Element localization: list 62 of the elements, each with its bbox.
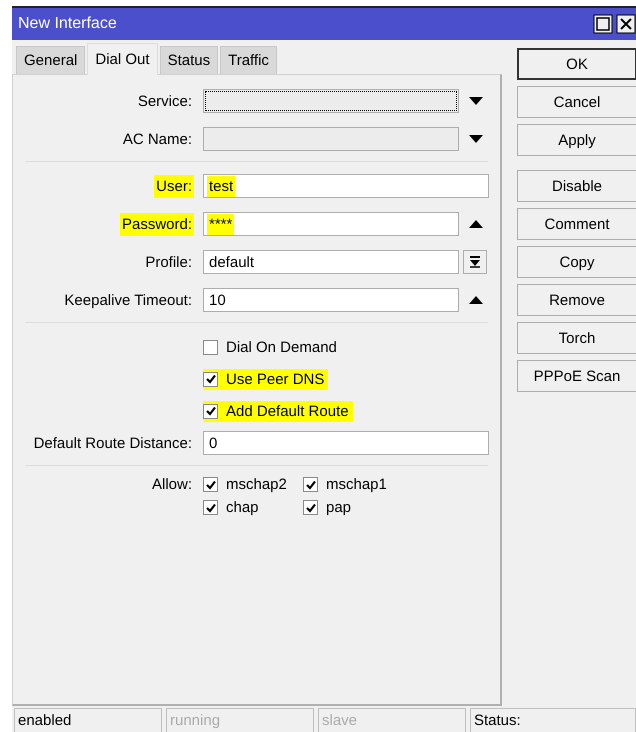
close-icon[interactable]: [616, 14, 636, 34]
action-button[interactable]: Remove: [517, 284, 636, 316]
action-button[interactable]: Disable: [517, 170, 636, 202]
tab[interactable]: Traffic: [220, 46, 277, 74]
collapse-arrow-icon[interactable]: [469, 220, 483, 228]
checkbox-label: mschap2: [226, 476, 287, 493]
checkbox-label: Dial On Demand: [226, 338, 337, 356]
tab[interactable]: Status: [160, 46, 218, 74]
checkbox[interactable]: [203, 500, 218, 515]
status-cell: Status:: [470, 708, 636, 732]
dropdown-arrow-icon: [469, 256, 481, 268]
action-button[interactable]: Copy: [517, 246, 636, 278]
dropdown-arrow-icon[interactable]: [469, 97, 483, 105]
action-button[interactable]: OK: [517, 48, 636, 80]
checkbox[interactable]: [303, 500, 318, 515]
field-label: Profile:: [144, 252, 193, 272]
input-field[interactable]: test: [203, 174, 489, 198]
action-button[interactable]: Apply: [517, 124, 636, 156]
checkbox-label: chap: [226, 499, 259, 516]
checkbox[interactable]: [303, 477, 318, 492]
field-label: User:: [154, 174, 194, 198]
action-button[interactable]: Torch: [517, 322, 636, 354]
field-label: Default Route Distance:: [32, 434, 193, 454]
input-field[interactable]: default: [203, 250, 459, 274]
status-cell: running: [166, 708, 314, 732]
tab[interactable]: General: [16, 46, 86, 74]
checkbox-label: Add Default Route: [226, 402, 349, 420]
checkbox-option[interactable]: mschap2: [203, 474, 303, 495]
checkbox-option[interactable]: chap: [203, 497, 303, 518]
tab[interactable]: Dial Out: [87, 43, 158, 75]
field-label: Password:: [120, 212, 194, 236]
dropdown-button[interactable]: [463, 250, 487, 274]
checkbox-option[interactable]: Use Peer DNS: [203, 368, 328, 390]
dropdown-arrow-icon[interactable]: [469, 135, 483, 143]
checkbox-label: mschap1: [326, 476, 387, 493]
checkbox[interactable]: [203, 372, 218, 386]
status-cell: enabled: [14, 708, 162, 732]
maximize-icon[interactable]: [593, 14, 613, 34]
checkbox-option[interactable]: pap: [303, 497, 391, 518]
input-field[interactable]: ****: [203, 212, 459, 236]
window-title: New Interface: [18, 15, 118, 33]
checkbox[interactable]: [203, 477, 218, 492]
status-cell: slave: [318, 708, 466, 732]
field-label: Keepalive Timeout:: [63, 290, 193, 310]
field-label: Service:: [136, 92, 193, 112]
checkbox[interactable]: [203, 340, 218, 354]
action-button[interactable]: Comment: [517, 208, 636, 240]
action-button[interactable]: PPPoE Scan: [517, 360, 636, 392]
checkbox-label: Use Peer DNS: [226, 370, 324, 388]
field-label: AC Name:: [122, 130, 193, 150]
action-button[interactable]: Cancel: [517, 86, 636, 118]
checkbox-option[interactable]: Add Default Route: [203, 400, 353, 422]
input-field[interactable]: 10: [203, 288, 459, 312]
dropdown-field[interactable]: [203, 89, 459, 113]
collapse-arrow-icon[interactable]: [469, 296, 483, 304]
checkbox[interactable]: [203, 404, 218, 418]
input-field[interactable]: 0: [203, 431, 489, 455]
checkbox-option[interactable]: Dial On Demand: [203, 336, 341, 358]
dropdown-field[interactable]: [203, 127, 459, 151]
checkbox-option[interactable]: mschap1: [303, 474, 391, 495]
field-label: Allow:: [150, 475, 193, 495]
checkbox-label: pap: [326, 499, 352, 516]
